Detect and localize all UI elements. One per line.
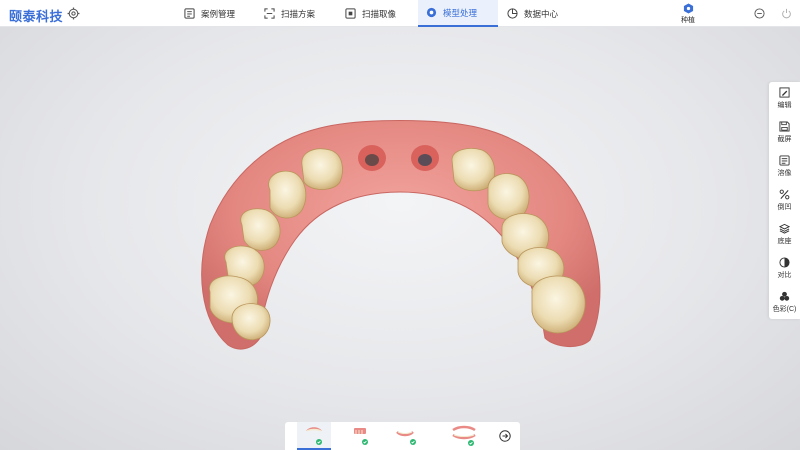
tool-label: 倒凹: [777, 204, 792, 211]
tool-label: 色彩(C): [772, 306, 797, 313]
implant-hole-left: [365, 154, 379, 166]
tool-contrast[interactable]: 对比: [769, 252, 800, 286]
tab-scan-capture[interactable]: 扫描取像: [337, 0, 404, 27]
scan-plan-icon: [264, 8, 275, 19]
implant-label: 种植: [681, 17, 695, 24]
tab-label: 模型处理: [443, 7, 478, 18]
tool-label: 底座: [777, 238, 792, 245]
edit-icon: [779, 87, 790, 98]
tab-label: 扫描方案: [281, 8, 316, 19]
screenshot-icon: [779, 121, 790, 132]
app-logo: 颐泰科技: [9, 9, 64, 24]
tab-label: 数据中心: [524, 8, 559, 19]
scan-capture-icon: [345, 8, 356, 19]
tab-case-management[interactable]: 案例管理: [176, 0, 243, 27]
tool-label: 溶像: [777, 170, 792, 177]
full-arch-thumbnail-icon: [452, 425, 476, 446]
implant-hole-right: [418, 154, 432, 166]
model-processing-icon: [426, 7, 437, 18]
tool-label: 截屏: [777, 136, 792, 143]
base-icon: [779, 223, 790, 234]
case-management-icon: [184, 8, 195, 19]
tool-label: 对比: [777, 272, 792, 279]
power-icon[interactable]: [781, 8, 792, 19]
thumbnail-lower-arch[interactable]: [345, 422, 379, 450]
thumbnail-bite[interactable]: [389, 422, 423, 450]
tab-data-center[interactable]: 数据中心: [499, 0, 566, 27]
thumbnail-upper-arch[interactable]: [297, 422, 331, 450]
tool-image[interactable]: 溶像: [769, 150, 800, 184]
color-icon: [779, 291, 790, 301]
upper-arch-thumbnail-icon: [306, 427, 322, 445]
lower-arch-thumbnail-icon: [354, 428, 368, 445]
tab-label: 案例管理: [201, 8, 236, 19]
tool-edit[interactable]: 编辑: [769, 82, 800, 116]
bite-thumbnail-icon: [396, 431, 416, 445]
data-center-icon: [507, 8, 518, 19]
tool-undercut[interactable]: 倒凹: [769, 184, 800, 218]
tool-color[interactable]: 色彩(C): [769, 286, 800, 320]
contrast-icon: [779, 257, 790, 268]
settings-gear-icon[interactable]: [67, 7, 80, 20]
tool-base[interactable]: 底座: [769, 218, 800, 252]
model-thumbnail-bar: [285, 422, 520, 450]
next-arrow-icon[interactable]: [499, 430, 511, 442]
implant-button[interactable]: 种植: [676, 2, 700, 26]
implant-icon: [683, 3, 693, 14]
right-toolbar: 编辑 截屏 溶像 倒凹 底座 对比 色彩(C): [769, 82, 800, 319]
tab-label: 扫描取像: [362, 8, 397, 19]
tab-scan-plan[interactable]: 扫描方案: [256, 0, 323, 27]
dental-arch-model[interactable]: [0, 27, 800, 422]
top-bar: 颐泰科技 案例管理 扫描方案 扫描取像 模型处理 数据中心 种植: [0, 0, 800, 27]
thumbnail-full-arch[interactable]: [447, 422, 481, 450]
undercut-icon: [779, 189, 790, 200]
tool-label: 编辑: [777, 102, 792, 109]
tool-screenshot[interactable]: 截屏: [769, 116, 800, 150]
minimize-icon[interactable]: [754, 8, 765, 19]
tab-model-processing[interactable]: 模型处理: [418, 0, 498, 27]
image-icon: [779, 155, 790, 166]
